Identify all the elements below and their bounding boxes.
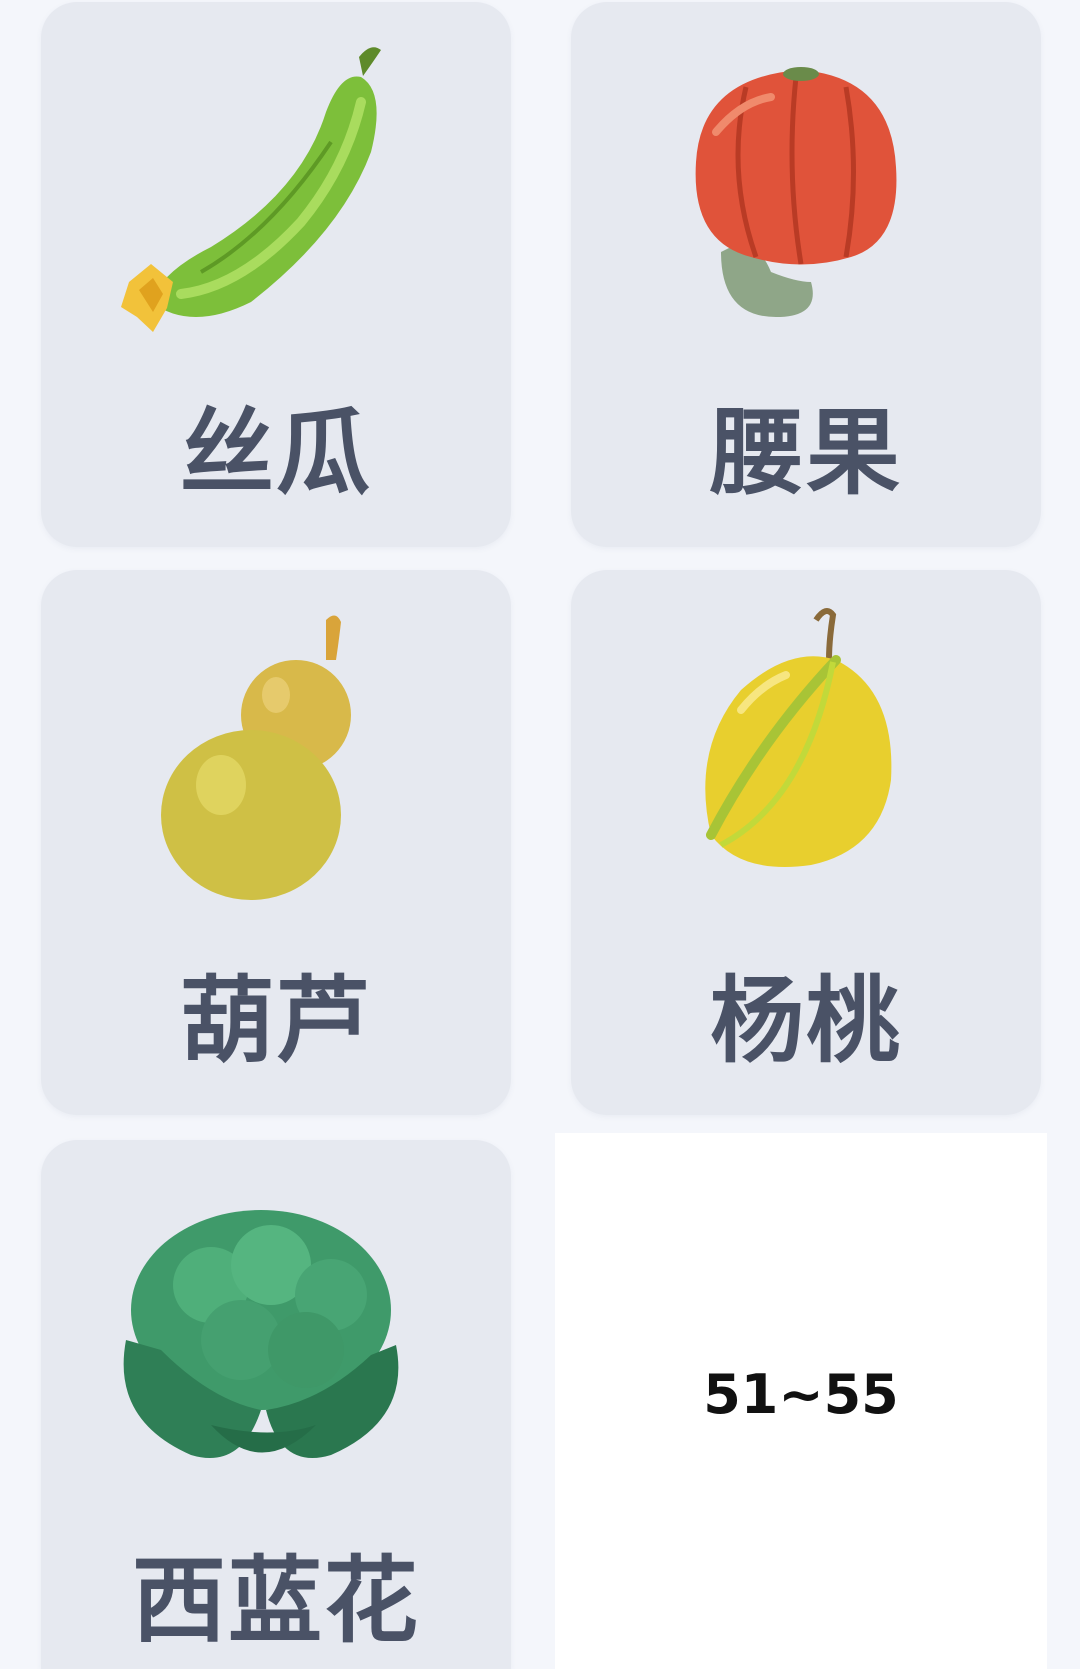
range-label: 51~55 [703, 1363, 899, 1426]
cashew-icon [571, 32, 1041, 362]
item-label: 西蓝花 [131, 1547, 420, 1656]
loofah-icon [41, 32, 511, 362]
range-panel: 51~55 [555, 1133, 1047, 1669]
item-card-broccoli[interactable]: 西蓝花 [41, 1140, 511, 1669]
item-card-cashew[interactable]: 腰果 [571, 2, 1041, 547]
item-card-starfruit[interactable]: 杨桃 [571, 570, 1041, 1115]
gourd-icon [41, 600, 511, 930]
item-card-loofah[interactable]: 丝瓜 [41, 2, 511, 547]
item-card-gourd[interactable]: 葫芦 [41, 570, 511, 1115]
starfruit-icon [571, 600, 1041, 930]
item-label: 杨桃 [709, 967, 902, 1076]
produce-grid: 丝瓜 腰果 葫芦 杨桃 西蓝花 51~55 [0, 0, 1080, 1669]
item-label: 腰果 [709, 399, 902, 508]
item-label: 葫芦 [179, 967, 372, 1076]
item-label: 丝瓜 [179, 399, 372, 508]
broccoli-icon [41, 1170, 511, 1500]
